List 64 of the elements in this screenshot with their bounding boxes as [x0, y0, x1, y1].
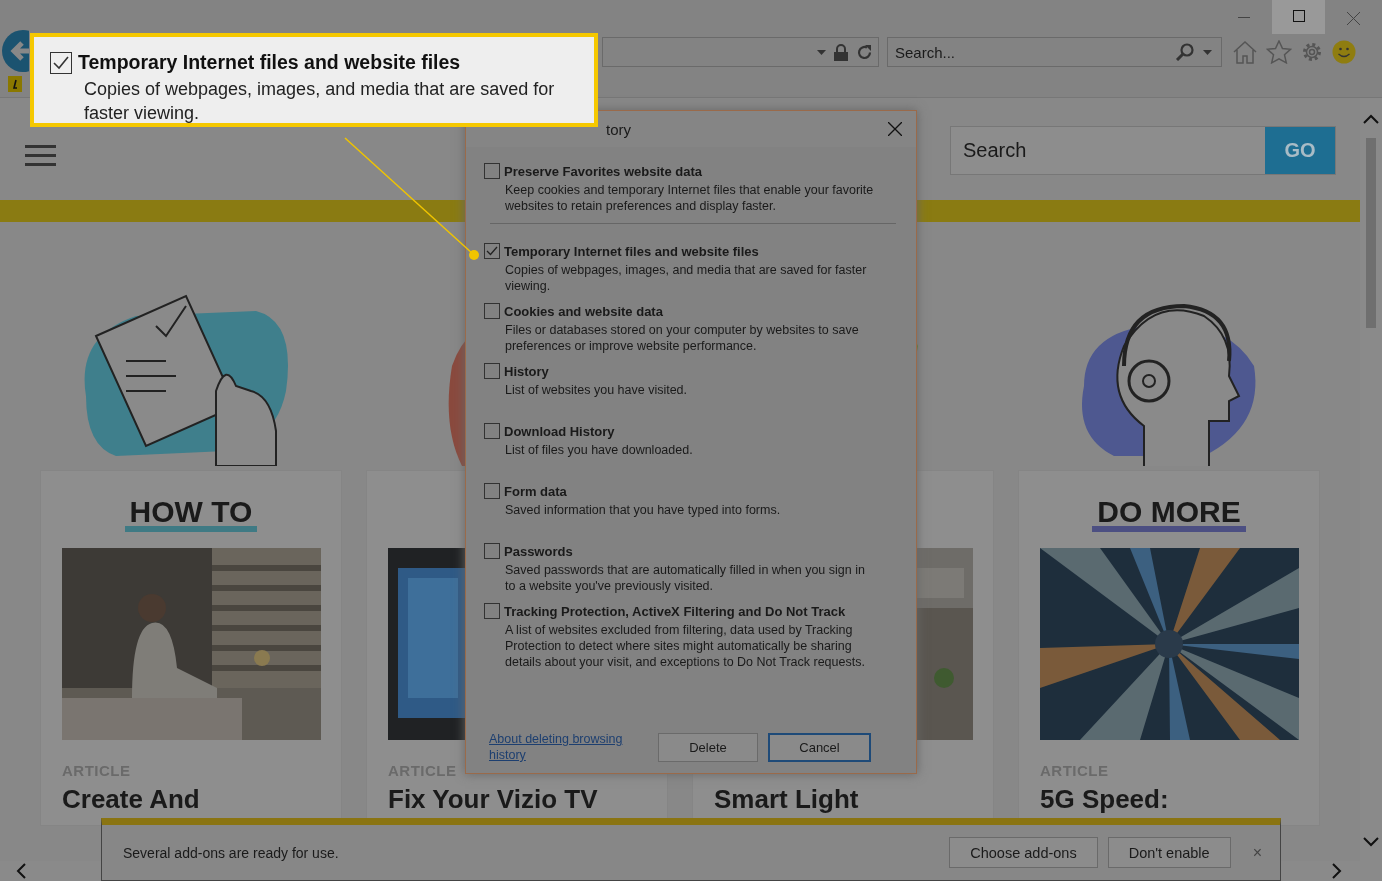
notification-message: Several add-ons are ready for use.: [123, 844, 339, 861]
search-field[interactable]: Search...: [887, 37, 1222, 67]
menu-icon[interactable]: [25, 144, 56, 166]
article-title[interactable]: Create And: [62, 784, 200, 815]
checkbox[interactable]: [484, 243, 500, 259]
scroll-up-icon[interactable]: [1363, 114, 1379, 124]
scrollbar-thumb[interactable]: [1366, 138, 1376, 328]
option-label[interactable]: Form data: [504, 483, 567, 499]
close-button[interactable]: ×: [1246, 842, 1268, 863]
article-title[interactable]: 5G Speed:: [1040, 784, 1169, 815]
option-description: List of websites you have visited.: [505, 382, 689, 398]
refresh-icon[interactable]: [856, 43, 873, 61]
scroll-right-icon[interactable]: [1332, 863, 1342, 879]
delete-button[interactable]: Delete: [658, 732, 758, 762]
option-label[interactable]: Cookies and website data: [504, 303, 663, 319]
minimize-icon[interactable]: [1238, 17, 1250, 19]
option-label[interactable]: History: [504, 363, 549, 379]
cancel-button[interactable]: Cancel: [768, 732, 871, 762]
smiley-icon[interactable]: [1332, 40, 1356, 64]
option-description: A list of websites excluded from filtering, data used by Tracking Protection to detect where sites might automatically be sharing details about your visit, and exceptions to Do Not Track requests.: [505, 622, 866, 670]
search-icon[interactable]: [1175, 43, 1195, 61]
checkbox[interactable]: [484, 543, 500, 559]
dialog-title: tory: [606, 120, 631, 138]
close-icon[interactable]: [888, 122, 902, 136]
site-icon[interactable]: [8, 76, 22, 92]
option-label[interactable]: Download History: [504, 423, 615, 439]
maximize-button[interactable]: [1272, 0, 1325, 34]
settings-icon[interactable]: [1300, 40, 1324, 64]
home-icon[interactable]: [1232, 40, 1258, 64]
checkbox[interactable]: [484, 363, 500, 379]
option-label[interactable]: Passwords: [504, 543, 573, 559]
option-description: Saved information that you have typed into forms.: [505, 502, 782, 518]
help-link[interactable]: About deleting browsing history: [489, 731, 639, 763]
section-heading: DO MORE: [1092, 497, 1246, 532]
address-bar[interactable]: [602, 37, 879, 67]
back-button[interactable]: [1, 29, 29, 73]
dropdown-icon[interactable]: [1203, 50, 1212, 55]
scroll-down-icon[interactable]: [1363, 837, 1379, 847]
maximize-icon[interactable]: [1292, 10, 1305, 22]
lock-icon: [834, 43, 848, 61]
checkbox[interactable]: [484, 603, 500, 619]
checkbox[interactable]: [484, 303, 500, 319]
option-label: Temporary Internet files and website files: [78, 51, 461, 74]
option-description: Saved passwords that are automatically filled in when you sign in to a website you've previously visited.: [505, 562, 866, 594]
notification-button[interactable]: Don't enable: [1107, 837, 1231, 868]
option-description: Copies of webpages, images, and media that are saved for faster viewing.: [505, 262, 868, 294]
option-description: Files or databases stored on your computer by websites to save preferences or improve website performance.: [505, 322, 860, 354]
checkbox[interactable]: [484, 163, 500, 179]
checkbox[interactable]: [484, 483, 500, 499]
article-title[interactable]: Smart Light: [714, 784, 859, 815]
close-icon[interactable]: [1347, 11, 1360, 25]
star-icon[interactable]: [1266, 40, 1292, 64]
option-label[interactable]: Preserve Favorites website data: [504, 163, 702, 179]
option-description: Keep cookies and temporary Internet files that enable your favorite websites to retain preferences and display faster.: [505, 182, 875, 214]
dropdown-icon[interactable]: [817, 49, 826, 55]
section-heading: HOW TO: [124, 497, 258, 532]
option-label[interactable]: Temporary Internet files and website files: [504, 243, 759, 259]
option-description: Copies of webpages, images, and media that are saved for faster viewing.: [84, 78, 556, 125]
notification-button[interactable]: Choose add-ons: [949, 837, 1098, 868]
option-description: List of files you have downloaded.: [505, 442, 694, 458]
scroll-left-icon[interactable]: [16, 863, 26, 879]
checkbox[interactable]: [484, 423, 500, 439]
article-title[interactable]: Fix Your Vizio TV: [388, 784, 598, 815]
option-label[interactable]: Tracking Protection, ActiveX Filtering and Do Not Track: [504, 603, 846, 619]
